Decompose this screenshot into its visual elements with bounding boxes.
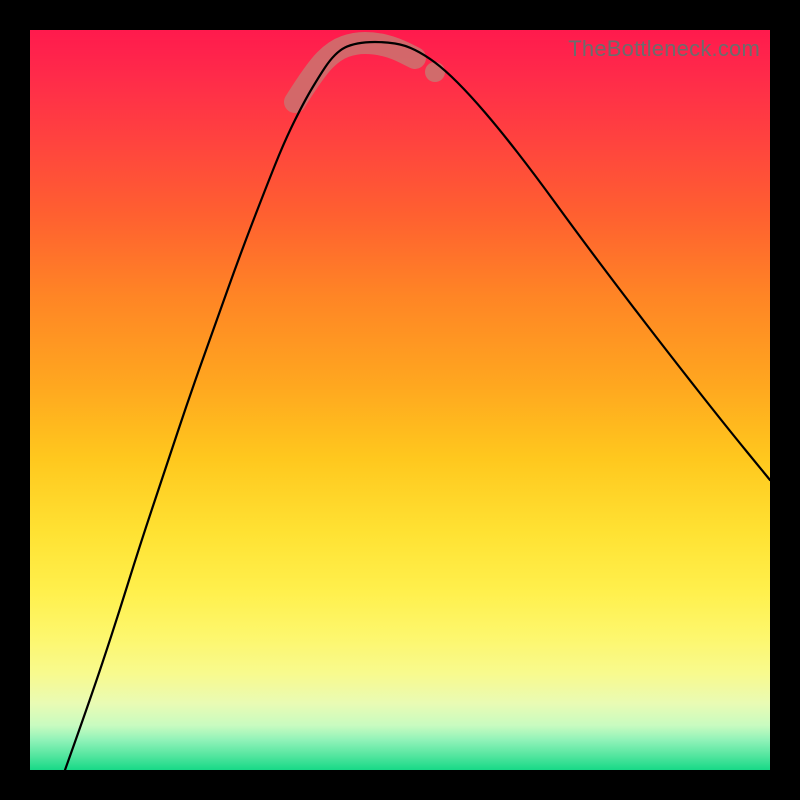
curve-layer — [30, 30, 770, 770]
optimal-band — [295, 43, 415, 102]
plot-area: TheBottleneck.com — [30, 30, 770, 770]
highlight-dot — [425, 62, 445, 82]
bottleneck-curve — [65, 42, 770, 770]
chart-frame: TheBottleneck.com — [0, 0, 800, 800]
